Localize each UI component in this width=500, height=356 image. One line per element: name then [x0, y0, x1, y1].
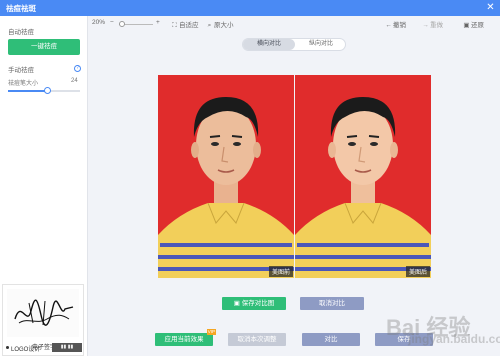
fit-icon: ⛶ — [172, 22, 177, 29]
sidebar: 自动祛痘 一键祛痘 手动祛痘 ? 祛痘笔大小 24 电子签字 LOGO设计 ▮▮… — [0, 16, 88, 356]
save-compare-button[interactable]: ▣ 保存对比图 — [222, 297, 286, 310]
tab-horizontal-compare[interactable]: 横向对比 — [243, 39, 295, 50]
redo-label: 重做 — [430, 22, 443, 29]
photo-before: 美图前 — [158, 75, 294, 278]
brush-size-slider[interactable] — [8, 87, 80, 94]
cancel-adjust-button[interactable]: 取消本次调整 — [228, 333, 286, 346]
restore-label: 还原 — [471, 22, 484, 29]
logo-design-item[interactable]: LOGO设计 ▮▮ ▮▮ — [0, 342, 88, 356]
restore-button[interactable]: ▣还原 — [462, 19, 484, 29]
photo-after: 美图后 — [295, 75, 431, 278]
zoom-in-button[interactable]: + — [156, 19, 160, 26]
fit-label: 自适应 — [179, 22, 199, 29]
original-size-button[interactable]: ⌕ 原大小 — [205, 19, 234, 30]
redo-button[interactable]: →重做 — [421, 19, 443, 29]
portrait-before-image — [158, 75, 294, 278]
save-compare-label: 保存对比图 — [241, 300, 275, 307]
redo-icon: → — [422, 22, 429, 29]
original-size-label: 原大小 — [214, 22, 234, 29]
undo-label: 撤销 — [393, 22, 406, 29]
cancel-compare-button[interactable]: 取消对比 — [300, 297, 364, 310]
undo-icon: ← — [385, 22, 392, 29]
bullet-icon — [6, 346, 9, 349]
brush-size-label: 祛痘笔大小 — [8, 81, 39, 87]
manual-retouch-label: 手动祛痘 — [8, 67, 34, 74]
auto-retouch-label: 自动祛痘 — [8, 29, 34, 36]
vip-badge: VIP — [206, 329, 216, 335]
apply-effect-button[interactable]: 应用当前效果 VIP — [155, 329, 216, 346]
compare-mode-switch: 横向对比 纵向对比 — [242, 38, 346, 51]
brush-size-handle[interactable] — [44, 87, 52, 94]
signature-image — [7, 289, 79, 337]
after-tag: 美图后 — [405, 266, 430, 277]
help-icon[interactable]: ? — [74, 65, 81, 72]
compare-button[interactable]: 对比 — [302, 333, 360, 346]
before-tag: 美图前 — [268, 266, 293, 277]
one-click-retouch-button[interactable]: 一键祛痘 — [8, 39, 80, 55]
save-icon: ▣ — [233, 300, 242, 307]
brush-size-value: 24 — [71, 78, 78, 84]
portrait-after-image — [295, 75, 431, 278]
magnifier-icon: ⌕ — [207, 22, 212, 29]
apply-effect-label: 应用当前效果 — [164, 336, 204, 343]
brush-size-fill — [8, 90, 48, 92]
tab-vertical-compare[interactable]: 纵向对比 — [295, 39, 347, 50]
logo-design-label: LOGO设计 — [11, 347, 41, 353]
undo-button[interactable]: ←撤销 — [384, 19, 406, 29]
window-title: 祛痘祛斑 — [6, 4, 36, 13]
title-bar: 祛痘祛斑 ✕ — [0, 0, 500, 16]
zoom-out-button[interactable]: − — [110, 19, 114, 26]
zoom-level: 20% — [92, 19, 106, 26]
watermark-url: jingyan.baidu.com — [408, 332, 500, 346]
zoom-handle[interactable] — [119, 21, 125, 27]
fit-button[interactable]: ⛶ 自适应 — [170, 19, 199, 30]
restore-icon: ▣ — [463, 22, 470, 29]
close-icon[interactable]: ✕ — [485, 2, 496, 13]
logo-preview-bar: ▮▮ ▮▮ — [52, 343, 82, 352]
